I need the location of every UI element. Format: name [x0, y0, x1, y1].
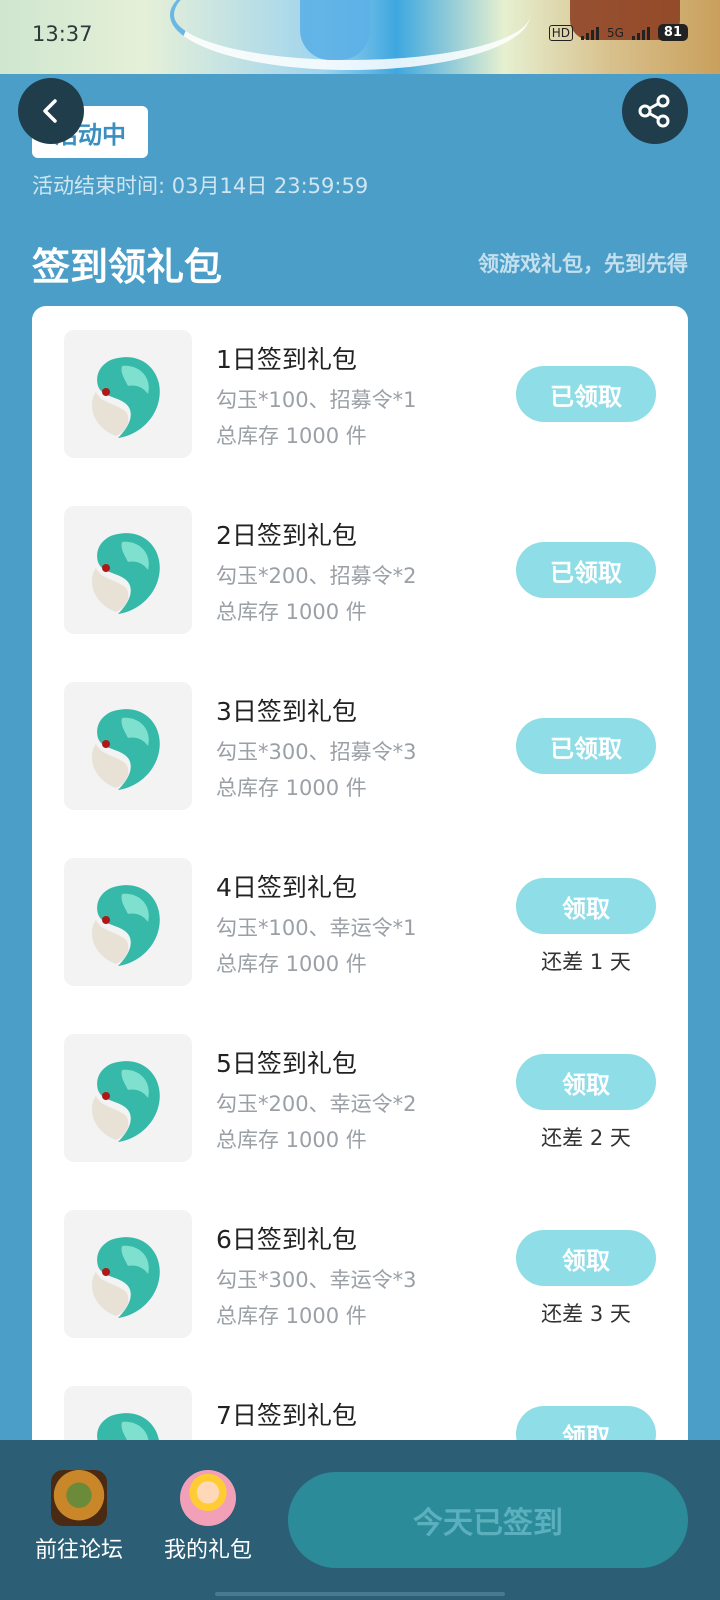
gift-thumbnail [64, 682, 192, 810]
gift-row-day-4: 4日签到礼包 勾玉*100、幸运令*1 总库存 1000 件 领取 还差 1 天 [32, 834, 688, 1010]
my-gifts-label: 我的礼包 [163, 1538, 252, 1563]
gift-name: 7日签到礼包 [216, 1401, 357, 1430]
gift-row-day-5: 5日签到礼包 勾玉*200、幸运令*2 总库存 1000 件 领取 还差 2 天 [32, 1010, 688, 1186]
gift-stock: 总库存 1000 件 [216, 424, 367, 448]
gift-stock: 总库存 1000 件 [216, 776, 367, 800]
signal-icon [580, 26, 599, 40]
back-button[interactable] [18, 78, 84, 144]
share-icon [638, 94, 670, 128]
gift-items: 勾玉*100、幸运令*1 [216, 916, 417, 940]
magatama-icon [92, 709, 160, 790]
network-5g-label: 5G [606, 25, 624, 40]
gift-stock: 总库存 1000 件 [216, 952, 367, 976]
claim-button[interactable]: 领取 [516, 878, 656, 934]
network-label: HD [548, 24, 573, 41]
section-subtitle: 领游戏礼包，先到先得 [478, 252, 688, 276]
gift-stock: 总库存 1000 件 [216, 600, 367, 624]
claimed-button[interactable]: 已领取 [516, 542, 656, 598]
signal-icon-2 [631, 26, 650, 40]
gift-list-card: 1日签到礼包 勾玉*100、招募令*1 总库存 1000 件 已领取 2日签到礼… [32, 306, 688, 1456]
magatama-icon [92, 533, 160, 614]
days-remaining: 还差 1 天 [541, 950, 631, 974]
status-time: 13:37 [32, 22, 93, 46]
gift-items: 勾玉*300、招募令*3 [216, 740, 417, 764]
claim-button[interactable]: 领取 [516, 1230, 656, 1286]
gift-thumbnail [64, 1034, 192, 1162]
days-remaining: 还差 2 天 [541, 1126, 631, 1150]
bottom-action-bar: 前往论坛 我的礼包 今天已签到 [0, 1440, 720, 1600]
magatama-icon [92, 1237, 160, 1318]
gift-stock: 总库存 1000 件 [216, 1128, 367, 1152]
claim-button[interactable]: 领取 [516, 1054, 656, 1110]
checkin-button[interactable]: 今天已签到 [288, 1472, 688, 1568]
magatama-icon [92, 1061, 160, 1142]
forum-link[interactable]: 前往论坛 [24, 1470, 134, 1564]
gift-row-day-1: 1日签到礼包 勾玉*100、招募令*1 总库存 1000 件 已领取 [32, 306, 688, 482]
days-remaining: 还差 3 天 [541, 1302, 631, 1326]
back-arrow-icon [43, 99, 57, 123]
status-icons: HD 5G 81 [548, 24, 688, 41]
home-indicator[interactable] [215, 1592, 505, 1596]
claimed-button[interactable]: 已领取 [516, 718, 656, 774]
gift-thumbnail [64, 330, 192, 458]
magatama-icon [92, 357, 160, 438]
gift-name: 4日签到礼包 [216, 873, 357, 902]
gift-row-day-3: 3日签到礼包 勾玉*300、招募令*3 总库存 1000 件 已领取 [32, 658, 688, 834]
magatama-icon [92, 885, 160, 966]
gift-name: 2日签到礼包 [216, 521, 357, 550]
gift-items: 勾玉*100、招募令*1 [216, 388, 417, 412]
forum-label: 前往论坛 [34, 1538, 123, 1563]
activity-end-time: 活动结束时间: 03月14日 23:59:59 [32, 174, 369, 198]
my-gifts-link[interactable]: 我的礼包 [153, 1470, 263, 1564]
gift-row-day-2: 2日签到礼包 勾玉*200、招募令*2 总库存 1000 件 已领取 [32, 482, 688, 658]
forum-game-icon [51, 1470, 107, 1526]
gift-name: 3日签到礼包 [216, 697, 357, 726]
gift-items: 勾玉*300、幸运令*3 [216, 1268, 417, 1292]
battery-indicator: 81 [657, 24, 688, 41]
my-gift-avatar-icon [180, 1470, 236, 1526]
gift-stock: 总库存 1000 件 [216, 1304, 367, 1328]
share-button[interactable] [622, 78, 688, 144]
gift-items: 勾玉*200、幸运令*2 [216, 1092, 417, 1116]
banner-art-figure [300, 0, 370, 60]
gift-name: 1日签到礼包 [216, 345, 357, 374]
gift-thumbnail [64, 1210, 192, 1338]
gift-thumbnail [64, 858, 192, 986]
gift-row-day-6: 6日签到礼包 勾玉*300、幸运令*3 总库存 1000 件 领取 还差 3 天 [32, 1186, 688, 1362]
gift-thumbnail [64, 506, 192, 634]
section-title: 签到领礼包 [32, 245, 223, 289]
gift-name: 6日签到礼包 [216, 1225, 357, 1254]
claimed-button[interactable]: 已领取 [516, 366, 656, 422]
gift-name: 5日签到礼包 [216, 1049, 357, 1078]
gift-items: 勾玉*200、招募令*2 [216, 564, 417, 588]
